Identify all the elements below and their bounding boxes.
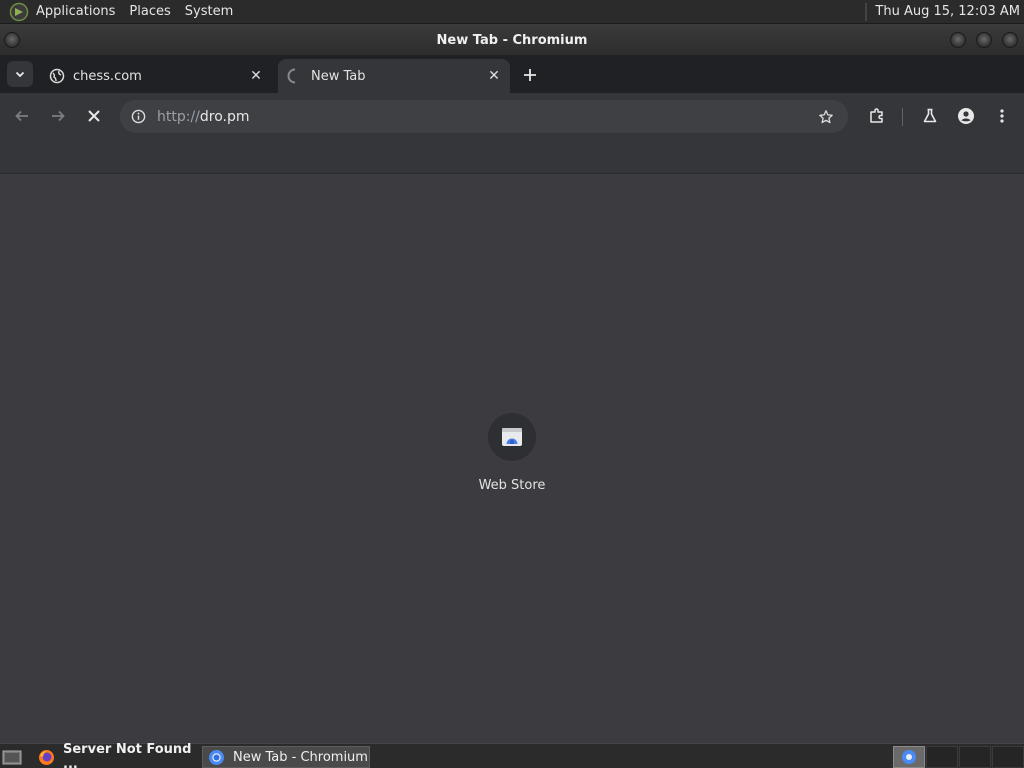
web-store-icon	[488, 413, 536, 461]
tab-title: chess.com	[73, 68, 142, 84]
tab-title: New Tab	[311, 68, 366, 84]
puzzle-icon	[870, 108, 883, 123]
url-host: dro.pm	[199, 108, 250, 125]
bookmarks-bar	[0, 139, 1024, 174]
info-icon[interactable]	[130, 109, 146, 125]
labs-button[interactable]	[917, 103, 943, 129]
taskbar-item-firefox[interactable]: Server Not Found ...	[33, 742, 195, 768]
show-desktop-button[interactable]	[0, 746, 24, 768]
workspace-4[interactable]	[992, 746, 1024, 768]
menu-places[interactable]: Places	[122, 0, 177, 24]
kebab-menu-icon	[1000, 109, 1004, 123]
shortcut-web-store[interactable]: Web Store	[472, 413, 552, 503]
taskbar-item-label: New Tab - Chromium	[233, 749, 368, 765]
menu-applications[interactable]: Applications	[29, 0, 122, 24]
close-icon	[88, 110, 100, 122]
tab-strip: chess.com ✕ New Tab ✕	[0, 55, 1024, 93]
menu-button[interactable]	[989, 103, 1015, 129]
tab-close-button[interactable]: ✕	[484, 66, 504, 86]
taskbar-item-chromium[interactable]: New Tab - Chromium	[202, 746, 370, 768]
mint-logo-icon[interactable]	[9, 2, 29, 22]
panel-clock[interactable]: Thu Aug 15, 12:03 AM	[867, 4, 1024, 19]
arrow-right-icon	[52, 110, 65, 122]
plus-icon	[524, 69, 536, 81]
window-title: New Tab - Chromium	[436, 32, 588, 48]
top-panel: Applications Places System Thu Aug 15, 1…	[0, 0, 1024, 24]
tab-search-button[interactable]	[7, 61, 33, 87]
tab-chess[interactable]: chess.com ✕	[40, 59, 272, 93]
bookmark-star-icon[interactable]	[816, 107, 836, 127]
loading-spinner-icon	[287, 68, 303, 84]
profile-button[interactable]	[953, 103, 979, 129]
forward-button[interactable]	[45, 103, 71, 129]
menu-system[interactable]: System	[178, 0, 240, 24]
chevron-down-icon	[15, 71, 25, 78]
window-menu-button[interactable]	[4, 32, 20, 48]
address-bar[interactable]: http://dro.pm	[120, 100, 848, 133]
workspace-1[interactable]	[893, 746, 925, 768]
taskbar: Server Not Found ... New Tab - Chromium	[0, 742, 1024, 768]
taskbar-item-label: Server Not Found ...	[63, 742, 192, 768]
url-text[interactable]: http://dro.pm	[157, 109, 816, 125]
firefox-icon	[38, 749, 55, 766]
profile-icon	[958, 108, 974, 124]
stop-loading-button[interactable]	[81, 103, 107, 129]
new-tab-page: Web Store	[0, 175, 1024, 743]
workspace-3[interactable]	[959, 746, 991, 768]
window-close-button[interactable]	[1002, 32, 1018, 48]
flask-icon	[923, 108, 937, 123]
workspace-2[interactable]	[926, 746, 958, 768]
extensions-button[interactable]	[864, 103, 890, 129]
url-scheme: http://	[157, 108, 200, 125]
window-titlebar[interactable]: New Tab - Chromium	[0, 25, 1024, 55]
shortcut-label: Web Store	[478, 478, 546, 493]
globe-icon	[49, 68, 65, 84]
new-tab-button[interactable]	[518, 63, 542, 87]
window-maximize-button[interactable]	[976, 32, 992, 48]
desktop-icon	[2, 750, 22, 765]
window-minimize-button[interactable]	[950, 32, 966, 48]
toolbar-separator	[902, 108, 903, 126]
arrow-left-icon	[15, 110, 28, 122]
chromium-icon	[901, 749, 917, 765]
browser-toolbar: http://dro.pm	[0, 93, 1024, 139]
chromium-icon	[208, 749, 225, 766]
tab-close-button[interactable]: ✕	[246, 66, 266, 86]
tab-new-tab[interactable]: New Tab ✕	[278, 59, 510, 93]
back-button[interactable]	[9, 103, 35, 129]
